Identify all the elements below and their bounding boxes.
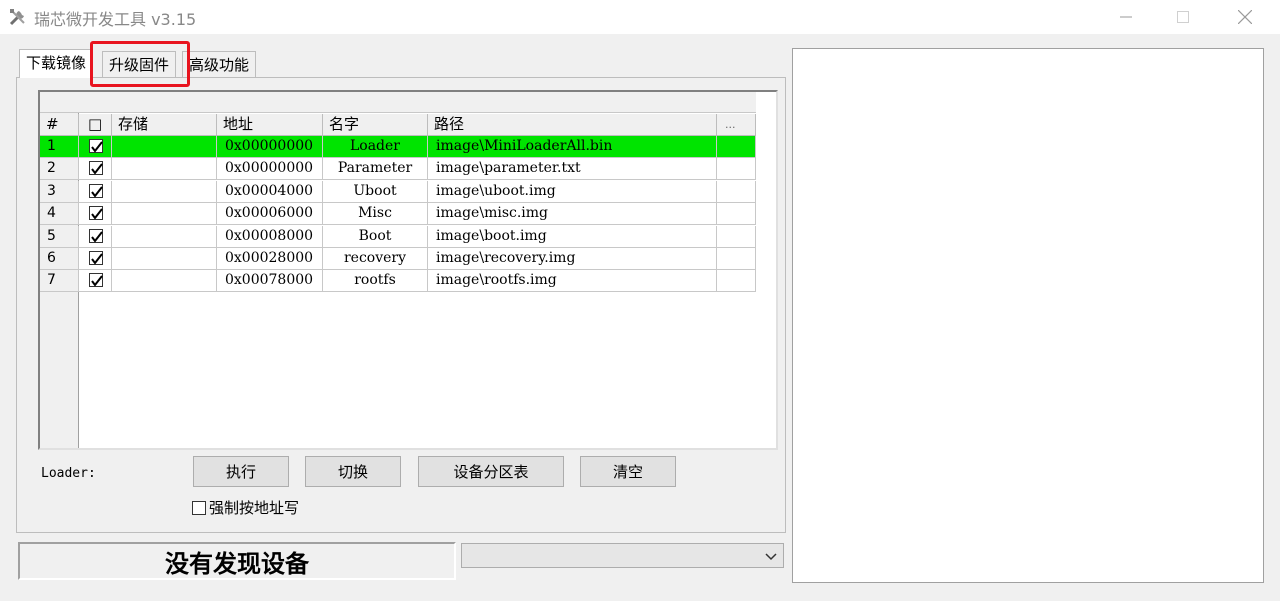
- row-more-cell: [717, 136, 756, 158]
- checkbox-icon[interactable]: [89, 161, 103, 176]
- device-status: 没有发现设备: [18, 542, 456, 580]
- maximize-icon: [1177, 11, 1189, 23]
- row-address-cell: 0x00078000: [217, 270, 323, 293]
- minimize-button[interactable]: [1103, 0, 1149, 34]
- table-row[interactable]: 7 0x00078000 rootfs image\rootfs.img: [40, 270, 756, 293]
- row-name-cell: Boot: [323, 225, 428, 248]
- row-num-cell: 1: [40, 136, 79, 158]
- table-row[interactable]: 3 0x00004000 Uboot image\uboot.img: [40, 180, 756, 203]
- tab-download-image[interactable]: 下载镜像: [19, 49, 94, 78]
- switch-button[interactable]: 切换: [305, 456, 401, 487]
- tab-content: # □ 存储 地址 名字 路径 ... 1 0x00000000 Loader ima…: [16, 77, 786, 533]
- checkbox-box[interactable]: [192, 500, 206, 515]
- row-more-cell: [717, 225, 756, 248]
- row-num-cell: 6: [40, 248, 79, 270]
- row-more-cell: [717, 248, 756, 270]
- tab-advanced-functions[interactable]: 高级功能: [182, 51, 257, 77]
- partition-table-button[interactable]: 设备分区表: [418, 456, 564, 487]
- maximize-button[interactable]: [1160, 0, 1206, 34]
- checkbox-icon[interactable]: [89, 228, 103, 243]
- row-checkbox[interactable]: [79, 270, 112, 293]
- row-more-cell: [717, 270, 756, 293]
- row-num-cell: 7: [40, 270, 79, 293]
- grid-top-bar: [40, 92, 756, 113]
- row-path-cell: image\boot.img: [428, 225, 717, 248]
- header-name[interactable]: 名字: [323, 114, 428, 136]
- table-header: # □ 存储 地址 名字 路径 ...: [40, 114, 776, 136]
- force-address-write-checkbox[interactable]: 强制按地址写: [192, 497, 299, 518]
- row-name-cell: Misc: [323, 203, 428, 226]
- row-num-cell: 4: [40, 203, 79, 226]
- header-path[interactable]: 路径: [428, 114, 717, 136]
- execute-button[interactable]: 执行: [193, 456, 289, 487]
- header-address[interactable]: 地址: [217, 114, 323, 136]
- row-storage-cell: [112, 180, 217, 203]
- log-panel[interactable]: [792, 48, 1264, 583]
- row-name-cell: Loader: [323, 136, 428, 158]
- row-checkbox[interactable]: [79, 248, 112, 270]
- table-row[interactable]: 2 0x00000000 Parameter image\parameter.txt: [40, 158, 756, 181]
- clear-button[interactable]: 清空: [580, 456, 676, 487]
- row-storage-cell: [112, 270, 217, 293]
- row-path-cell: image\recovery.img: [428, 248, 717, 270]
- row-name-cell: rootfs: [323, 270, 428, 293]
- row-more-cell: [717, 203, 756, 226]
- device-combo[interactable]: [461, 543, 784, 568]
- row-path-cell: image\parameter.txt: [428, 158, 717, 181]
- row-address-cell: 0x00028000: [217, 248, 323, 270]
- row-address-cell: 0x00008000: [217, 225, 323, 248]
- row-path-cell: image\uboot.img: [428, 180, 717, 203]
- checkbox-icon[interactable]: [89, 139, 103, 153]
- row-num-cell: 3: [40, 180, 79, 203]
- title-bar: 瑞芯微开发工具 v3.15: [0, 0, 1280, 34]
- close-button[interactable]: [1222, 0, 1268, 34]
- table-row[interactable]: 6 0x00028000 recovery image\recovery.img: [40, 248, 756, 270]
- row-checkbox[interactable]: [79, 203, 112, 226]
- row-name-cell: recovery: [323, 248, 428, 270]
- table-row[interactable]: 4 0x00006000 Misc image\misc.img: [40, 203, 756, 226]
- checkbox-icon[interactable]: [89, 251, 103, 265]
- force-address-write-label: 强制按地址写: [209, 499, 300, 517]
- header-check[interactable]: □: [79, 114, 112, 136]
- partition-grid: # □ 存储 地址 名字 路径 ... 1 0x00000000 Loader ima…: [38, 90, 778, 450]
- row-address-cell: 0x00006000: [217, 203, 323, 226]
- row-num-cell: 5: [40, 225, 79, 248]
- header-num: #: [40, 114, 79, 136]
- minimize-icon: [1120, 16, 1132, 18]
- row-path-cell: image\misc.img: [428, 203, 717, 226]
- row-storage-cell: [112, 225, 217, 248]
- row-address-cell: 0x00004000: [217, 180, 323, 203]
- checkbox-icon[interactable]: [89, 183, 103, 198]
- row-storage-cell: [112, 136, 217, 158]
- row-more-cell: [717, 158, 756, 181]
- row-name-cell: Parameter: [323, 158, 428, 181]
- row-name-cell: Uboot: [323, 180, 428, 203]
- row-address-cell: 0x00000000: [217, 158, 323, 181]
- table-row[interactable]: 5 0x00008000 Boot image\boot.img: [40, 225, 756, 248]
- header-storage[interactable]: 存储: [112, 114, 217, 136]
- close-icon: [1238, 10, 1252, 24]
- tools-icon: [8, 7, 28, 27]
- highlight-annotation: [90, 41, 190, 87]
- row-address-cell: 0x00000000: [217, 136, 323, 158]
- window-title: 瑞芯微开发工具 v3.15: [34, 10, 197, 29]
- checkbox-icon[interactable]: [89, 273, 103, 288]
- loader-label: Loader:: [41, 466, 96, 481]
- row-checkbox[interactable]: [79, 136, 112, 158]
- row-num-cell: 2: [40, 158, 79, 181]
- row-storage-cell: [112, 248, 217, 270]
- checkbox-icon[interactable]: [89, 206, 103, 221]
- main-panel: 下载镜像 升级固件 高级功能 # □ 存储 地址 名字 路径 ... 1 0x00…: [16, 41, 786, 533]
- row-checkbox[interactable]: [79, 158, 112, 181]
- row-path-cell: image\MiniLoaderAll.bin: [428, 136, 717, 158]
- row-storage-cell: [112, 158, 217, 181]
- chevron-down-icon[interactable]: [765, 549, 777, 567]
- row-path-cell: image\rootfs.img: [428, 270, 717, 293]
- row-checkbox[interactable]: [79, 225, 112, 248]
- row-more-cell: [717, 180, 756, 203]
- row-storage-cell: [112, 203, 217, 226]
- table-row[interactable]: 1 0x00000000 Loader image\MiniLoaderAll.bin: [40, 136, 756, 158]
- row-checkbox[interactable]: [79, 180, 112, 203]
- header-more[interactable]: ...: [717, 114, 756, 136]
